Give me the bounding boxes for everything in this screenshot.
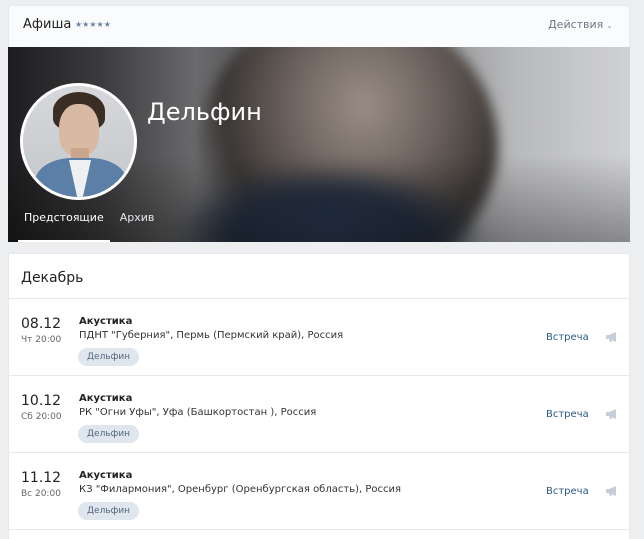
meeting-link[interactable]: Встреча [546,332,589,343]
artist-tag[interactable]: Дельфин [78,348,140,366]
tab-upcoming[interactable]: Предстоящие [16,202,112,242]
event-venue: РК "Огни Уфы", Уфа (Башкортостан ), Росс… [79,407,317,418]
artist-cover: Дельфин Предстоящие Архив [8,47,630,242]
artist-tag[interactable]: Дельфин [78,425,140,443]
event-title[interactable]: Акустика [79,316,132,327]
artist-tag[interactable]: Дельфин [78,502,140,520]
artist-avatar[interactable] [20,83,137,200]
meeting-link[interactable]: Встреча [546,409,589,420]
event-time: Чт 20:00 [21,335,62,345]
event-time: Вс 20:00 [21,489,61,499]
tab-archive[interactable]: Архив [112,202,163,242]
event-title[interactable]: Акустика [79,470,132,481]
actions-menu-button[interactable]: Действия ⌄ [548,18,613,31]
bullhorn-icon[interactable] [605,331,619,343]
event-row: 11.12 Вс 20:00 Акустика КЗ "Филармония",… [9,453,629,530]
chevron-down-icon: ⌄ [606,21,613,30]
meeting-link[interactable]: Встреча [546,486,589,497]
event-time: Сб 20:00 [21,412,62,422]
events-list: Декабрь 08.12 Чт 20:00 Акустика ПДНТ "Гу… [8,253,630,539]
event-row: 10.12 Сб 20:00 Акустика РК "Огни Уфы", У… [9,376,629,453]
widget-title[interactable]: Афиша [23,17,71,32]
artist-name: Дельфин [147,98,262,126]
actions-label: Действия [548,18,604,31]
event-tabs: Предстоящие Архив [16,202,162,242]
bullhorn-icon[interactable] [605,485,619,497]
event-title[interactable]: Акустика [79,393,132,404]
event-date: 10.12 [21,393,62,409]
event-date: 11.12 [21,470,62,486]
event-row: 08.12 Чт 20:00 Акустика ПДНТ "Губерния",… [9,299,629,376]
event-date: 08.12 [21,316,62,332]
event-venue: КЗ "Филармония", Оренбург (Оренбургская … [79,484,402,495]
widget-header: Афиша ★★★★★ Действия ⌄ [8,5,630,47]
rating-stars: ★★★★★ [75,20,111,29]
bullhorn-icon[interactable] [605,408,619,420]
event-venue: ПДНТ "Губерния", Пермь (Пермский край), … [79,330,344,341]
month-heading: Декабрь [9,254,629,299]
